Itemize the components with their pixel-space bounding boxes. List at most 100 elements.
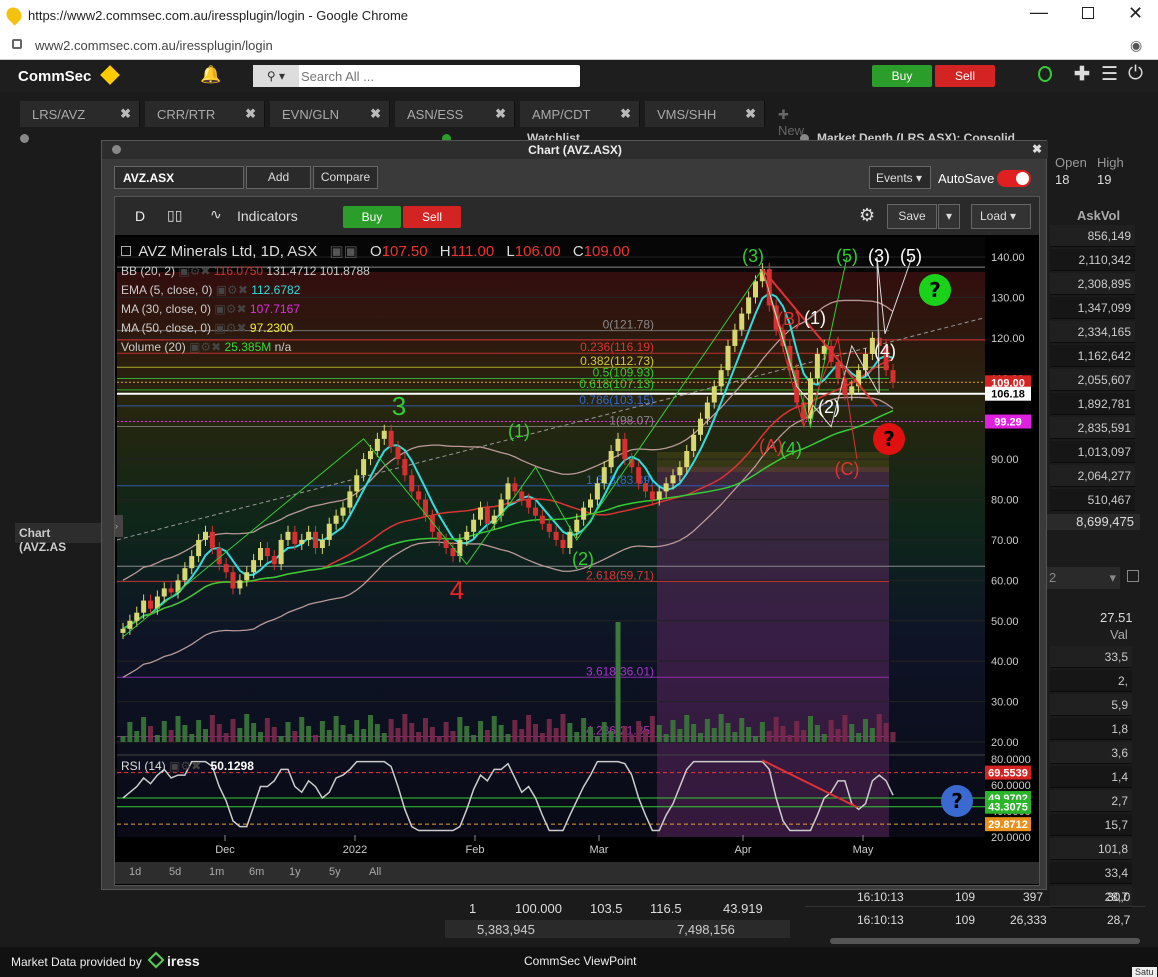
volume-bar xyxy=(264,718,270,742)
candle xyxy=(395,446,401,460)
events-dropdown[interactable]: Events ▾ xyxy=(869,166,931,189)
search-icon[interactable]: ⚲ ▾ xyxy=(253,65,299,87)
study-ma50[interactable]: MA (50, close, 0) ▣⚙✖ 97.2300 xyxy=(121,321,681,335)
tab-crr-rtr[interactable]: CRR/RTR ✖ xyxy=(145,101,265,127)
close-tab-icon[interactable]: ✖ xyxy=(620,106,631,122)
depth-total: 8,699,475 xyxy=(1045,514,1140,530)
candle xyxy=(285,531,291,540)
panel-collapse-handle[interactable]: › xyxy=(115,515,123,537)
askvol-cell: 2,334,165 xyxy=(1050,321,1135,343)
timeframe-bar: 1d 5d 1m 6m 1y 5y All xyxy=(115,862,1039,884)
study-volume[interactable]: Volume (20) ▣⚙✖ 25.385M n/a xyxy=(121,340,681,354)
candle xyxy=(526,499,532,508)
period-button[interactable]: D xyxy=(135,208,145,224)
volume-bar xyxy=(643,730,648,742)
minimize-icon[interactable]: — xyxy=(1030,2,1048,23)
location-icon[interactable] xyxy=(1038,66,1052,82)
collapse-icon[interactable] xyxy=(121,246,131,256)
tab-evn-gln[interactable]: EVN/GLN ✖ xyxy=(270,101,390,127)
fib-label: 2.618(59.71) xyxy=(586,569,654,583)
candle xyxy=(814,354,820,379)
buy-button[interactable]: Buy xyxy=(872,65,932,87)
candle xyxy=(711,386,717,403)
candle xyxy=(148,600,153,609)
volume-bar xyxy=(148,726,153,742)
commsec-logo[interactable]: CommSec xyxy=(18,68,91,85)
volume-bar xyxy=(869,728,875,742)
close-tab-icon[interactable]: ✖ xyxy=(120,106,131,122)
symbol-input[interactable]: AVZ.ASX xyxy=(114,166,244,189)
high-label: High xyxy=(1097,155,1124,170)
indicators-icon[interactable]: ∿ xyxy=(210,206,222,223)
askvol-cell: 1,162,642 xyxy=(1050,345,1135,367)
autosave-toggle[interactable] xyxy=(997,170,1031,187)
study-ma30[interactable]: MA (30, close, 0) ▣⚙✖ 107.7167 xyxy=(121,302,681,316)
candle xyxy=(849,386,855,395)
timeframe-5y[interactable]: 5y xyxy=(329,866,341,878)
volume-bar xyxy=(808,716,813,742)
footer-center: CommSec ViewPoint xyxy=(524,954,637,968)
calendar-icon[interactable] xyxy=(1127,570,1139,582)
timeframe-5d[interactable]: 5d xyxy=(169,866,181,878)
price-axis-label: 40.00 xyxy=(991,656,1019,668)
maximize-icon[interactable] xyxy=(1082,7,1094,19)
timeframe-1y[interactable]: 1y xyxy=(289,866,301,878)
volume-bar xyxy=(876,714,882,742)
study-ema[interactable]: EMA (5, close, 0) ▣⚙✖ 112.6782 xyxy=(121,283,681,297)
volume-bar xyxy=(299,717,305,742)
tab-asn-ess[interactable]: ASN/ESS ✖ xyxy=(395,101,515,127)
left-chart-tab[interactable]: Chart (AVZ.AS xyxy=(15,523,101,554)
eye-icon[interactable]: ◉ xyxy=(1130,37,1142,54)
tab-amp-cdt[interactable]: AMP/CDT ✖ xyxy=(520,101,640,127)
volume-bar xyxy=(464,726,470,742)
chart-buy-button[interactable]: Buy xyxy=(343,206,401,228)
power-icon[interactable]: ⏻ xyxy=(1128,63,1143,85)
load-dropdown[interactable]: Load ▾ xyxy=(971,204,1031,229)
dialog-title[interactable]: Chart (AVZ.ASX) xyxy=(102,141,1048,159)
chart-sell-button[interactable]: Sell xyxy=(403,206,461,228)
add-icon[interactable]: ✚ xyxy=(1074,63,1090,86)
candle-type-icon[interactable]: ▯▯ xyxy=(167,207,182,224)
candle xyxy=(677,467,683,476)
bell-icon[interactable]: 🔔 xyxy=(200,65,221,85)
volume-bar xyxy=(698,733,703,742)
tab-lrs-avz[interactable]: LRS/AVZ ✖ xyxy=(20,101,140,127)
study-bb[interactable]: BB (20, 2) ▣⚙✖ 116.0750 131.4712 101.878… xyxy=(121,264,681,278)
dialog-close-icon[interactable]: ✖ xyxy=(1032,142,1042,156)
compare-button[interactable]: Compare xyxy=(313,166,378,189)
add-button[interactable]: Add xyxy=(246,166,311,189)
close-tab-icon[interactable]: ✖ xyxy=(370,106,381,122)
save-dropdown[interactable]: ▾ xyxy=(938,204,960,229)
close-tab-icon[interactable]: ✖ xyxy=(745,106,756,122)
cell: 116.5 xyxy=(650,901,682,916)
close-tab-icon[interactable]: ✖ xyxy=(495,106,506,122)
close-window-icon[interactable]: ✕ xyxy=(1128,3,1143,24)
volume-bar xyxy=(732,732,738,742)
askvol-cell: 1,892,781 xyxy=(1050,393,1135,415)
timeframe-6m[interactable]: 6m xyxy=(249,866,264,878)
indicators-button[interactable]: Indicators xyxy=(237,208,298,224)
menu-icon[interactable]: ☰ xyxy=(1101,63,1118,86)
new-tab-button[interactable]: ✚ New xyxy=(778,107,804,138)
horizontal-scrollbar[interactable] xyxy=(830,938,1140,944)
price-axis-label: 120.00 xyxy=(991,333,1025,345)
candle xyxy=(533,507,538,516)
timeframe-1m[interactable]: 1m xyxy=(209,866,224,878)
sell-button[interactable]: Sell xyxy=(935,65,995,87)
tab-vms-shh[interactable]: VMS/SHH ✖ xyxy=(645,101,765,127)
candle xyxy=(354,475,360,492)
search-input[interactable] xyxy=(301,67,571,85)
timeframe-All[interactable]: All xyxy=(369,866,381,878)
close-tab-icon[interactable]: ✖ xyxy=(245,106,256,122)
save-button[interactable]: Save xyxy=(887,204,937,229)
candle xyxy=(464,531,470,540)
wave-label: (1) xyxy=(804,308,826,328)
search-box[interactable]: ⚲ ▾ xyxy=(253,65,580,87)
timeframe-1d[interactable]: 1d xyxy=(129,866,141,878)
volume-bar xyxy=(251,723,257,742)
url-text[interactable]: www2.commsec.com.au/iressplugin/login xyxy=(35,38,273,53)
wave-label: 3 xyxy=(392,391,406,421)
settings-gear-icon[interactable]: ⚙ xyxy=(859,205,875,226)
depth-dropdown[interactable]: 2 ▾ xyxy=(1045,567,1120,589)
val-cell: 2,7 xyxy=(1050,790,1132,812)
